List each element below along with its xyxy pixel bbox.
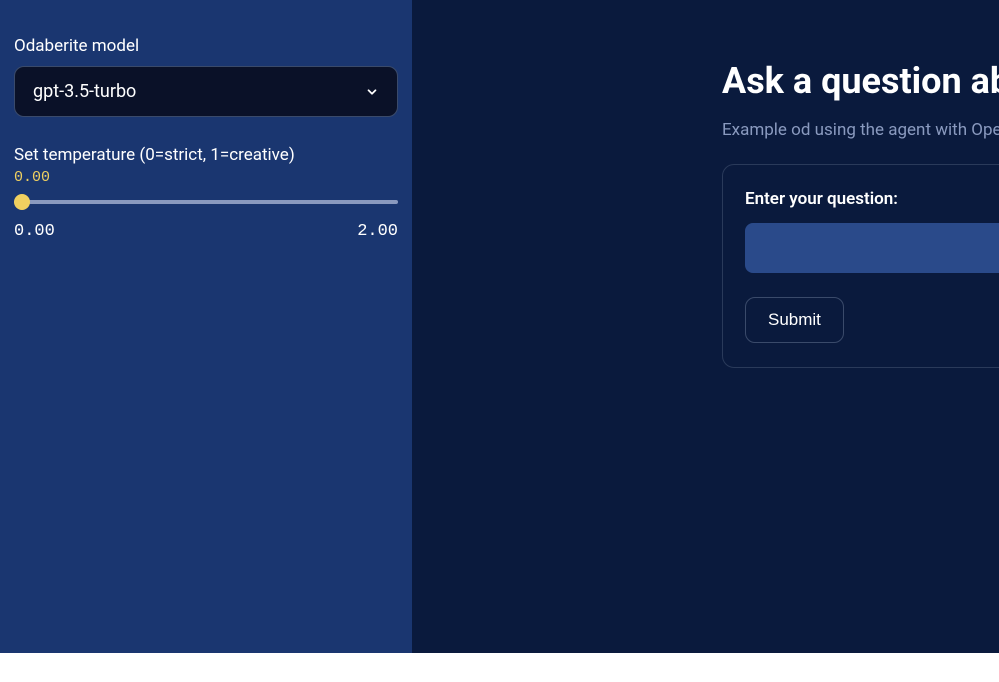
temperature-slider[interactable] [14, 192, 398, 212]
temperature-value: 0.00 [14, 169, 398, 186]
model-select-value: gpt-3.5-turbo [33, 81, 136, 102]
model-select-label: Odaberite model [14, 36, 398, 56]
page-subtitle: Example od using the agent with Open [722, 120, 999, 140]
footer-blank [0, 653, 999, 682]
temperature-label: Set temperature (0=strict, 1=creative) [14, 145, 398, 165]
temperature-min: 0.00 [14, 222, 55, 241]
temperature-max: 2.00 [357, 222, 398, 241]
chevron-down-icon [365, 85, 379, 99]
page-title: Ask a question abo [722, 60, 999, 102]
question-form: Enter your question: Submit [722, 164, 999, 368]
slider-thumb[interactable] [14, 194, 30, 210]
slider-track [14, 200, 398, 204]
question-label: Enter your question: [745, 189, 999, 209]
temperature-range: 0.00 2.00 [14, 222, 398, 241]
submit-button[interactable]: Submit [745, 297, 844, 343]
question-input[interactable] [745, 223, 999, 273]
sidebar: Odaberite model gpt-3.5-turbo Set temper… [0, 0, 412, 653]
model-select[interactable]: gpt-3.5-turbo [14, 66, 398, 117]
main-panel: Ask a question abo Example od using the … [412, 0, 999, 653]
